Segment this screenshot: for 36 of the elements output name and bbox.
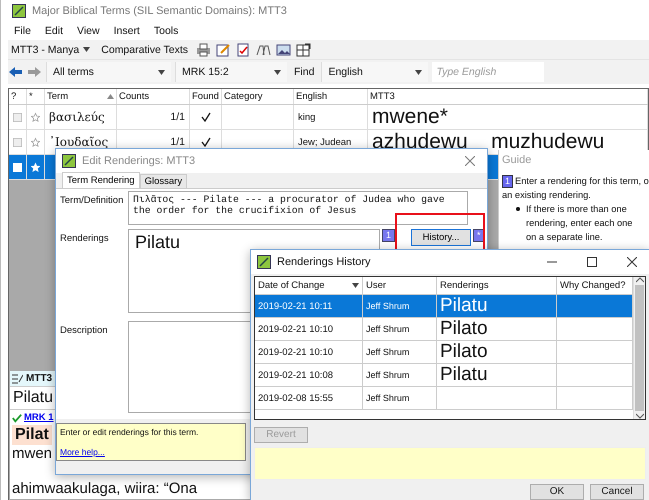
highlighted-word: Pilat [12,425,52,445]
find-label: Find [293,66,316,78]
rendering-cell: Pilato [437,318,557,340]
field-label: Term/Definition [60,194,124,208]
rendering-cell: Pilatu [437,364,557,386]
verse-text: ahimwaakulaga, wiira: “Ona [11,480,198,498]
user-cell: Jeff Shrum [363,295,437,317]
date-cell: 2019-02-21 10:08 [255,364,363,386]
dialog-title: Edit Renderings: MTT3 [82,155,196,167]
date-cell: 2019-02-08 15:55 [255,387,363,409]
rendering-cell: Pilatu [437,295,557,317]
rendering-cell: mwene* [368,105,648,129]
help-text: Enter or edit renderings for this term. [60,427,200,437]
user-cell: Jeff Shrum [363,318,437,340]
window-title: Major Biblical Terms (SIL Semantic Domains): MTT3 [32,5,287,17]
term-cell: βασιλεύς [45,105,117,129]
date-cell: 2019-02-21 10:11 [255,295,363,317]
guide-text: an existing rendering. [502,189,592,202]
user-cell: Jeff Shrum [363,364,437,386]
field-label: Renderings [60,232,110,246]
user-cell: Jeff Shrum [363,341,437,363]
user-cell: Jeff Shrum [363,387,437,409]
guide-text: Enter a rendering for this term, o [515,175,649,188]
guide-title: Guide [502,154,532,168]
number-badge: 1 [502,174,514,188]
date-cell: 2019-02-21 10:10 [255,318,363,340]
date-cell: 2019-02-21 10:10 [255,341,363,363]
counts-cell: 1/1 [117,105,190,129]
dialog-title: Renderings History [277,256,372,268]
verse-text: mwen [11,445,52,463]
number-badge: 1 [382,229,396,242]
rendering-cell: Pilato [437,341,557,363]
panel-title: MTT3 [26,373,52,384]
english-cell: king [294,105,368,129]
guide-bullet: If there is more than one rendering, enter each one on a separate line. [526,203,634,244]
field-label: Description [60,324,109,338]
